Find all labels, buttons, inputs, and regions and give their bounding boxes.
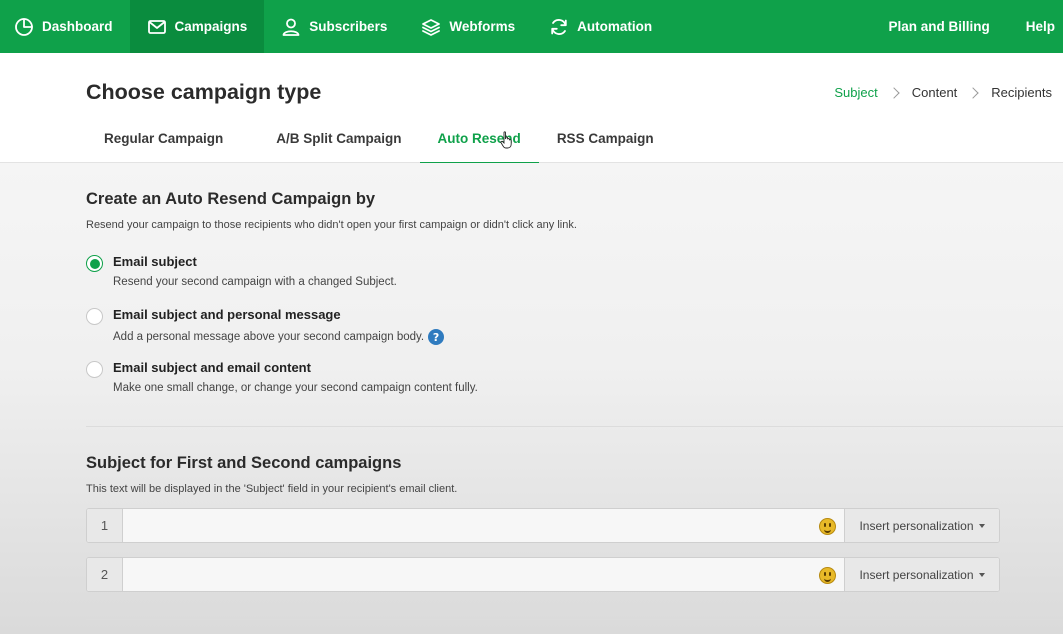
breadcrumb-recipients[interactable]: Recipients: [991, 85, 1052, 100]
auto-resend-title: Create an Auto Resend Campaign by: [86, 190, 376, 208]
option-label: Email subject: [113, 254, 197, 269]
layers-icon: [422, 18, 441, 36]
top-navigation: Dashboard Campaigns Subscribers Webforms…: [0, 0, 1063, 53]
insert-personalization-dropdown[interactable]: Insert personalization: [844, 509, 999, 542]
nav-subscribers-label: Subscribers: [309, 19, 388, 34]
option-label: Email subject and email content: [113, 360, 311, 375]
user-icon: [282, 18, 300, 36]
subject-input-1[interactable]: [123, 509, 844, 542]
nav-webforms-label: Webforms: [449, 19, 516, 34]
breadcrumb-content[interactable]: Content: [912, 85, 958, 100]
nav-help[interactable]: Help: [1008, 0, 1063, 53]
nav-subscribers[interactable]: Subscribers: [264, 0, 404, 53]
option-desc: Resend your second campaign with a chang…: [113, 276, 397, 288]
nav-plan-billing[interactable]: Plan and Billing: [870, 0, 1007, 53]
breadcrumb: Subject Content Recipients: [834, 85, 1052, 100]
subject-field-2: 2 Insert personalization: [86, 557, 1000, 592]
envelope-icon: [147, 19, 166, 34]
section-divider: [86, 426, 1063, 427]
option-subject-personal-message[interactable]: Email subject and personal message Add a…: [86, 307, 445, 345]
subject-input-wrapper: [123, 558, 844, 591]
option-desc: Make one small change, or change your se…: [113, 382, 478, 394]
subject-input-2[interactable]: [123, 558, 844, 591]
option-subject-email-content[interactable]: Email subject and email content Make one…: [86, 360, 478, 394]
tab-auto-resend[interactable]: Auto Resend: [419, 114, 540, 164]
content-area: Create an Auto Resend Campaign by Resend…: [0, 163, 1063, 634]
nav-dashboard-label: Dashboard: [42, 19, 113, 34]
auto-resend-description: Resend your campaign to those recipients…: [86, 219, 577, 231]
nav-webforms[interactable]: Webforms: [404, 0, 532, 53]
subject-section-description: This text will be displayed in the 'Subj…: [86, 483, 458, 495]
page-title: Choose campaign type: [86, 80, 322, 104]
chevron-right-icon: [967, 86, 979, 99]
nav-automation[interactable]: Automation: [532, 0, 669, 53]
subject-input-wrapper: [123, 509, 844, 542]
section-divider: [86, 619, 1063, 620]
nav-automation-label: Automation: [577, 19, 653, 34]
help-icon[interactable]: ?: [428, 329, 445, 345]
insert-personalization-label: Insert personalization: [859, 567, 974, 582]
nav-dashboard[interactable]: Dashboard: [0, 0, 130, 53]
caret-down-icon: [978, 524, 985, 528]
refresh-icon: [551, 18, 567, 35]
insert-personalization-label: Insert personalization: [859, 518, 974, 533]
field-number: 2: [87, 558, 123, 591]
tab-rss-campaign[interactable]: RSS Campaign: [539, 114, 672, 163]
nav-campaigns[interactable]: Campaigns: [129, 0, 265, 53]
radio-subject-personal-message[interactable]: [86, 308, 103, 325]
option-desc: Add a personal message above your second…: [113, 329, 445, 345]
breadcrumb-subject[interactable]: Subject: [834, 85, 877, 100]
chevron-right-icon: [888, 86, 900, 99]
field-number: 1: [87, 509, 123, 542]
subject-field-1: 1 Insert personalization: [86, 508, 1000, 543]
subject-section-title: Subject for First and Second campaigns: [86, 454, 402, 472]
tab-regular-campaign[interactable]: Regular Campaign: [86, 114, 241, 163]
tab-ab-split-campaign[interactable]: A/B Split Campaign: [258, 114, 419, 163]
pie-chart-icon: [15, 17, 33, 36]
emoji-smiley-icon[interactable]: [819, 567, 836, 584]
option-label: Email subject and personal message: [113, 307, 341, 322]
radio-email-subject[interactable]: [86, 255, 103, 272]
page-header: Choose campaign type Subject Content Rec…: [0, 53, 1063, 164]
option-email-subject[interactable]: Email subject Resend your second campaig…: [86, 254, 397, 288]
campaign-type-tabs: Regular Campaign A/B Split Campaign Auto…: [86, 114, 672, 164]
insert-personalization-dropdown[interactable]: Insert personalization: [844, 558, 999, 591]
emoji-smiley-icon[interactable]: [819, 518, 836, 535]
caret-down-icon: [978, 573, 985, 577]
radio-subject-email-content[interactable]: [86, 361, 103, 378]
nav-campaigns-label: Campaigns: [174, 19, 248, 34]
hand-pointer-cursor-icon: [500, 131, 512, 149]
